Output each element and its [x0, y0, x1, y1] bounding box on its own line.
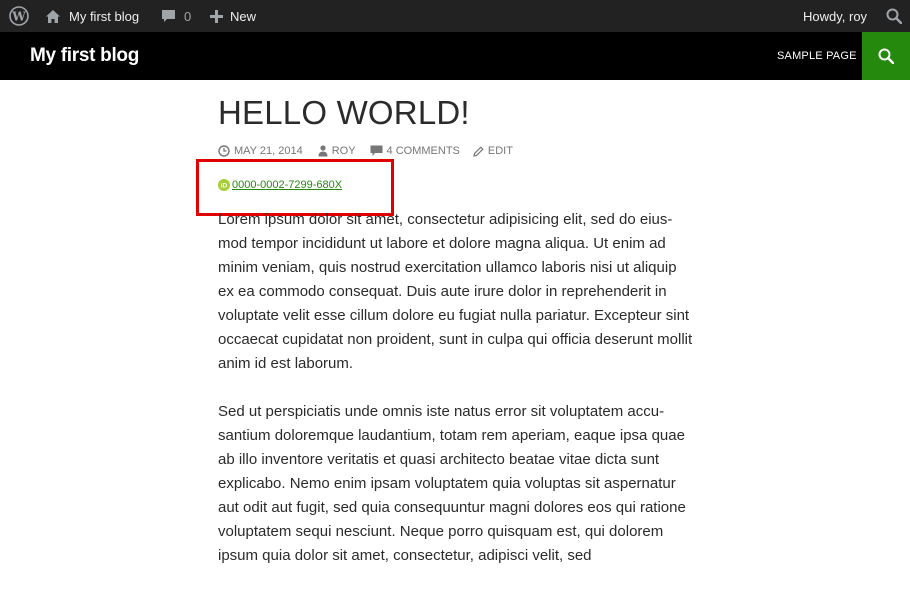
wordpress-menu[interactable]: W	[8, 0, 30, 32]
post-meta: MAY 21, 2014 ROY 4 COMMENTS EDIT	[218, 143, 513, 159]
post-title: HELLO WORLD!	[218, 94, 470, 131]
search-icon	[878, 48, 894, 64]
post-comments-text: 4 COMMENTS	[386, 145, 460, 157]
new-label: New	[230, 8, 257, 24]
admin-comments-link[interactable]: 0	[161, 0, 191, 32]
admin-site-name: My first blog	[69, 8, 140, 24]
post-author-text: ROY	[331, 145, 356, 157]
post-date[interactable]: MAY 21, 2014	[218, 145, 303, 157]
search-icon	[886, 8, 902, 24]
admin-new-menu[interactable]: New	[210, 0, 256, 32]
search-toggle-button[interactable]	[862, 32, 910, 80]
home-icon	[46, 9, 60, 23]
admin-search-button[interactable]	[885, 0, 903, 32]
pencil-icon	[473, 145, 484, 157]
wordpress-icon: W	[9, 6, 29, 26]
howdy-text: Howdy, roy	[803, 8, 868, 24]
site-header: My first blog SAMPLE PAGE	[0, 32, 910, 80]
admin-site-link[interactable]: My first blog	[45, 0, 139, 32]
admin-bar: W My first blog 0 New Howdy, roy	[0, 0, 910, 32]
comment-icon	[370, 145, 383, 156]
post-edit-text: EDIT	[487, 145, 513, 157]
post-comments-link[interactable]: 4 COMMENTS	[370, 145, 460, 157]
plus-icon	[210, 9, 223, 23]
post-date-text: MAY 21, 2014	[234, 145, 303, 157]
paragraph: Lorem ipsum dolor sit amet, consectetur …	[218, 211, 693, 372]
post-content: Lorem ipsum dolor sit amet, consectetur …	[218, 208, 696, 592]
account-menu[interactable]: Howdy, roy	[803, 0, 867, 32]
site-title[interactable]: My first blog	[30, 32, 139, 80]
comments-count: 0	[184, 8, 192, 24]
comment-icon	[162, 10, 175, 22]
post-author[interactable]: ROY	[318, 145, 356, 157]
user-icon	[318, 145, 328, 157]
clock-icon	[218, 145, 230, 157]
svg-text:W: W	[11, 10, 26, 24]
nav-item-sample-page[interactable]: SAMPLE PAGE	[777, 32, 857, 80]
post-edit-link[interactable]: EDIT	[473, 145, 513, 157]
paragraph: Sed ut perspiciatis unde omnis iste natu…	[218, 403, 686, 564]
